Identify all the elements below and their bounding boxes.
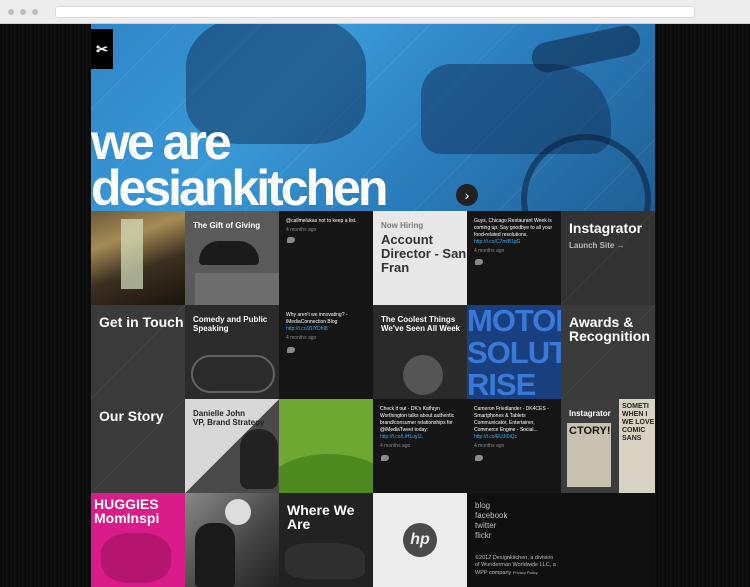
footer-tile: blog facebook twitter flickr ©2012 Desig… xyxy=(467,493,655,587)
copyright: ©2012 Designkitchen, a division of Wunde… xyxy=(475,555,556,576)
where-we-are-tile[interactable]: Where We Are xyxy=(279,493,373,587)
person-title: VP, Brand Strategy xyxy=(193,418,265,427)
tweet-tile[interactable]: Cameron Friedlander - DK4CES - Smartphon… xyxy=(467,399,561,493)
browser-toolbar xyxy=(0,0,750,24)
illustration-tile[interactable] xyxy=(279,399,373,493)
gift-of-giving-tile[interactable]: The Gift of Giving xyxy=(185,211,279,305)
twitter-bird-icon xyxy=(475,455,483,461)
site-grid: ✂ we are desiankitchen › The Gift of Giv… xyxy=(91,24,655,587)
launch-site-link[interactable]: Launch Site → xyxy=(569,241,625,250)
address-bar[interactable] xyxy=(55,6,695,18)
get-in-touch-tile[interactable]: Get in Touch xyxy=(91,305,185,399)
comedy-tile[interactable]: Comedy and Public Speaking xyxy=(185,305,279,399)
awards-tile[interactable]: Awards & Recognition xyxy=(561,305,655,399)
tweet-tile[interactable]: Check it out - DK's Kathryn Worthington … xyxy=(373,399,467,493)
instagrator-tile[interactable]: Instagrator Launch Site → xyxy=(561,211,655,305)
now-hiring-tile[interactable]: Now Hiring Account Director - San Fran xyxy=(373,211,467,305)
office-photo-tile[interactable] xyxy=(91,211,185,305)
huggies-tile[interactable]: HUGGIES MomInspi xyxy=(91,493,185,587)
close-window-icon[interactable] xyxy=(8,9,14,15)
minimize-window-icon[interactable] xyxy=(20,9,26,15)
twitter-bird-icon xyxy=(381,455,389,461)
twitter-bird-icon xyxy=(287,347,295,353)
motorola-tile[interactable]: MOTOI SOLUT RISE xyxy=(467,305,561,399)
hero-title: we are desiankitchen xyxy=(91,114,388,211)
tweet-tile[interactable]: @callmelukas not to keep a list. 4 month… xyxy=(279,211,373,305)
next-arrow-icon[interactable]: › xyxy=(456,184,478,206)
twitter-bird-icon xyxy=(475,259,483,265)
twitter-link[interactable]: twitter xyxy=(475,521,507,531)
privacy-policy-link[interactable]: Privacy Policy xyxy=(513,570,538,575)
people-photo-tile[interactable] xyxy=(185,493,279,587)
person-name: Danielle John xyxy=(193,409,246,418)
tweet-tile[interactable]: Why aren't we innovating? - iMediaConnec… xyxy=(279,305,373,399)
twitter-bird-icon xyxy=(287,237,295,243)
portrait-photo xyxy=(240,429,278,489)
facebook-link[interactable]: facebook xyxy=(475,511,507,521)
designkitchen-logo[interactable]: ✂ xyxy=(91,29,113,69)
hp-tile[interactable]: hp xyxy=(373,493,467,587)
gift-title: The Gift of Giving xyxy=(193,221,261,230)
hero-banner: ✂ we are desiankitchen › xyxy=(91,24,655,211)
social-links: blog facebook twitter flickr xyxy=(475,501,507,541)
world-map-image xyxy=(285,543,365,579)
maximize-window-icon[interactable] xyxy=(32,9,38,15)
blog-link[interactable]: blog xyxy=(475,501,507,511)
instagram-photo-tile[interactable]: CTORY! SOMETI WHEN I WE LOVE COMIC SANS … xyxy=(561,399,655,493)
hp-logo-icon: hp xyxy=(403,523,437,557)
job-title: Account Director - San Fran xyxy=(381,232,467,275)
our-story-tile[interactable]: Our Story xyxy=(91,399,185,493)
tweet-tile[interactable]: Guys, Chicago Restaurant Week is coming … xyxy=(467,211,561,305)
team-member-tile[interactable]: Danielle John VP, Brand Strategy xyxy=(185,399,279,493)
flickr-link[interactable]: flickr xyxy=(475,531,507,541)
coolest-things-tile[interactable]: The Coolest Things We've Seen All Week xyxy=(373,305,467,399)
